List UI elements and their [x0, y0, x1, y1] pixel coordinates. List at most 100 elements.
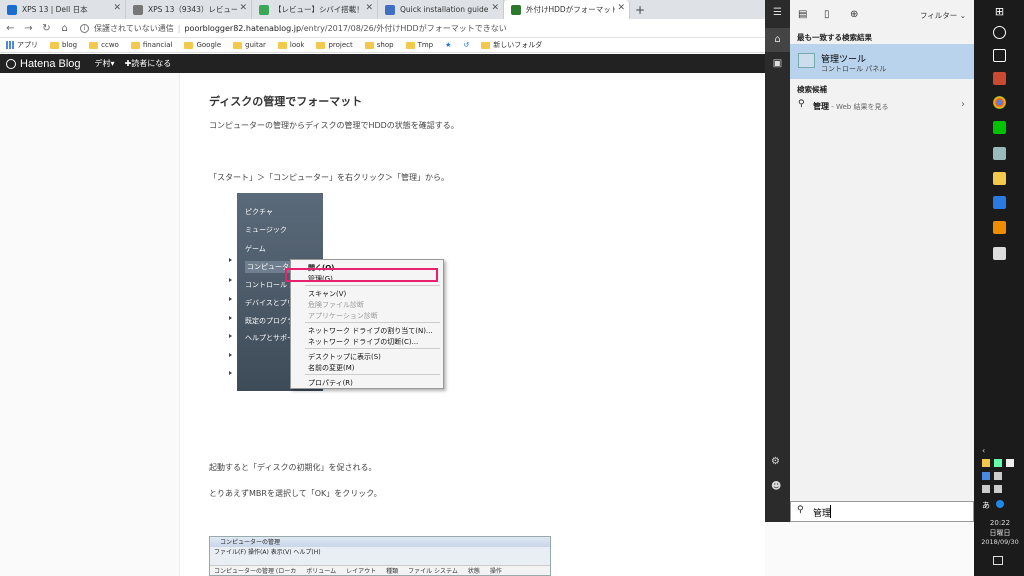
- app-icon[interactable]: [993, 72, 1006, 85]
- clock-date[interactable]: 2018/09/30: [976, 538, 1024, 546]
- hamburger-menu-icon[interactable]: ☰: [771, 7, 784, 20]
- all-results-icon[interactable]: ▤: [798, 9, 807, 20]
- bullet-icon: [229, 334, 232, 338]
- chevron-left-icon[interactable]: ‹: [982, 446, 990, 455]
- highlight-box: [285, 268, 438, 282]
- paragraph: 起動すると「ディスクの初期化」を促される。: [209, 463, 377, 472]
- home-icon[interactable]: ⌂: [57, 23, 72, 34]
- hatena-favicon-icon: [511, 5, 521, 15]
- url-path: /entry/2017/08/26/外付けHDDがフォーマットできない: [301, 23, 507, 33]
- bullet-icon: [229, 258, 232, 262]
- back-arrow-icon[interactable]: ←: [3, 23, 18, 34]
- bookmark-history[interactable]: ↺: [463, 41, 469, 49]
- article-heading: ディスクの管理でフォーマット: [209, 95, 363, 108]
- tray-icon[interactable]: [994, 485, 1002, 493]
- close-tab-icon[interactable]: ✕: [239, 3, 247, 13]
- notification-icon[interactable]: [993, 556, 1003, 565]
- tray-icon[interactable]: [994, 459, 1002, 467]
- bookmark-star[interactable]: ★: [445, 41, 451, 49]
- folder-icon: [481, 41, 491, 49]
- task-view-icon[interactable]: [993, 49, 1006, 62]
- close-tab-icon[interactable]: ✕: [617, 3, 625, 13]
- bookmark-folder[interactable]: blog: [50, 41, 77, 49]
- chevron-right-icon[interactable]: ›: [961, 99, 965, 110]
- browser-tab[interactable]: 【レビュー】シバイ搭載！TerraMaster…✕: [252, 0, 378, 19]
- chrome-icon[interactable]: [993, 96, 1006, 109]
- context-item: ネットワーク ドライブの切断(C)...: [308, 338, 419, 346]
- folder-icon: [405, 41, 415, 49]
- home-icon[interactable]: ⌂: [771, 34, 784, 47]
- menu-divider: [305, 285, 440, 286]
- tray-icon[interactable]: [994, 472, 1002, 480]
- app-icon[interactable]: [993, 221, 1006, 234]
- browser-tab[interactable]: XPS 13 | Dell 日本 ✕: [0, 0, 126, 19]
- ime-indicator[interactable]: あ: [982, 500, 990, 510]
- documents-icon[interactable]: ▯: [824, 9, 830, 20]
- bookmark-folder[interactable]: look: [277, 41, 304, 49]
- best-match-result[interactable]: 管理ツール コントロール パネル: [790, 44, 974, 79]
- search-icon: ⚲: [798, 99, 805, 109]
- web-globe-icon[interactable]: ⊕: [850, 9, 858, 20]
- close-tab-icon[interactable]: ✕: [113, 3, 121, 13]
- url-field[interactable]: i 保護されていない通信 | poorblogger82.hatenablog.…: [80, 21, 507, 36]
- file-explorer-icon[interactable]: [993, 172, 1006, 185]
- settings-gear-icon[interactable]: ⚙: [771, 456, 780, 467]
- bullet-icon: [229, 316, 232, 320]
- bookmark-folder[interactable]: Google: [184, 41, 221, 49]
- reload-icon[interactable]: ↻: [39, 23, 54, 34]
- subscribe-button[interactable]: ✚読者になる: [125, 58, 172, 69]
- bookmark-folder[interactable]: financial: [130, 41, 172, 49]
- tray-icon[interactable]: [982, 459, 990, 467]
- context-item: アプリケーション診断: [308, 312, 378, 320]
- bookmark-folder[interactable]: Tmp: [405, 41, 433, 49]
- forward-arrow-icon[interactable]: →: [21, 23, 36, 34]
- tray-icon[interactable]: [1006, 459, 1014, 467]
- folder-icon: [277, 41, 287, 49]
- notebook-icon[interactable]: ▣: [771, 58, 784, 71]
- tray-icon[interactable]: [982, 472, 990, 480]
- app-icon[interactable]: [993, 247, 1006, 260]
- browser-tab-active[interactable]: 外付けHDDがフォーマットできない - S…✕: [504, 0, 630, 19]
- vscode-icon[interactable]: [993, 196, 1006, 209]
- info-icon[interactable]: i: [80, 23, 89, 33]
- bookmark-folder[interactable]: ccwo: [89, 41, 119, 49]
- tray-icon[interactable]: [996, 500, 1004, 508]
- context-item: 名前の変更(M): [308, 364, 355, 372]
- text-caret: [830, 505, 831, 518]
- admin-tools-icon: [798, 53, 815, 68]
- browser-tab[interactable]: Quick installation guide ✕: [378, 0, 504, 19]
- bullet-icon: [229, 278, 232, 282]
- bookmark-folder[interactable]: 新しいフォルダ: [481, 40, 542, 50]
- design-menu[interactable]: デ村▾: [95, 58, 115, 69]
- paragraph: コンピューターの管理からディスクの管理でHDDの状態を確認する。: [209, 121, 459, 130]
- new-tab-button[interactable]: +: [630, 0, 650, 19]
- network-icon[interactable]: [993, 147, 1006, 160]
- close-tab-icon[interactable]: ✕: [365, 3, 373, 13]
- user-feedback-icon[interactable]: ☻: [771, 481, 781, 492]
- browser-tab[interactable]: XPS 13（9343）レビュー DELLパソ…✕: [126, 0, 252, 19]
- folder-icon: [316, 41, 326, 49]
- clock-day[interactable]: 日曜日: [976, 528, 1024, 538]
- clock-time[interactable]: 20:22: [976, 519, 1024, 527]
- context-item: デスクトップに表示(S): [308, 353, 381, 361]
- paragraph: 「スタート」＞「コンピューター」を右クリック＞「管理」から。: [209, 173, 449, 182]
- menu-divider: [305, 374, 440, 375]
- bullet-icon: [229, 297, 232, 301]
- web-suggestion[interactable]: ⚲ 管理 - Web 結果を見る ›: [790, 96, 974, 114]
- hatena-logo[interactable]: Hatena Blog: [6, 58, 81, 70]
- line-icon[interactable]: [993, 121, 1006, 134]
- bookmark-apps[interactable]: アプリ: [6, 40, 38, 50]
- tray-icon[interactable]: [982, 485, 990, 493]
- system-tray: ‹ あ: [974, 443, 1024, 576]
- cortana-icon[interactable]: [993, 26, 1006, 39]
- windows-start-icon[interactable]: ⊞: [993, 5, 1006, 18]
- bookmark-folder[interactable]: project: [316, 41, 353, 49]
- filter-dropdown[interactable]: フィルター ⌄: [920, 10, 966, 21]
- search-input[interactable]: ⚲ 管理: [790, 501, 974, 522]
- bookmark-folder[interactable]: shop: [364, 41, 394, 49]
- close-tab-icon[interactable]: ✕: [491, 3, 499, 13]
- url-host: poorblogger82.hatenablog.jp: [184, 23, 302, 33]
- dell-favicon-icon: [7, 5, 17, 15]
- hatena-header: Hatena Blog デ村▾ ✚読者になる: [0, 54, 765, 73]
- bookmark-folder[interactable]: guitar: [233, 41, 266, 49]
